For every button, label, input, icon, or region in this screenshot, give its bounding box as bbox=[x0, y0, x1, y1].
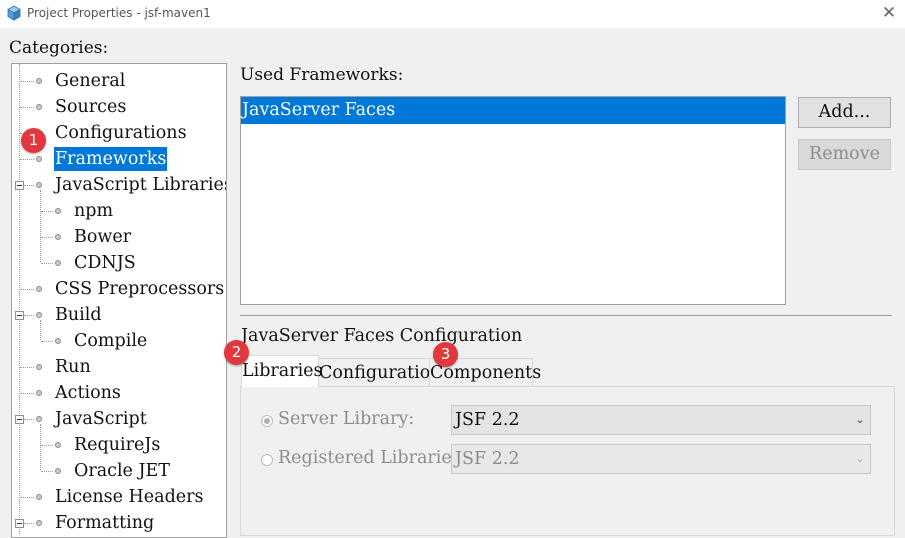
leaf-bullet-icon bbox=[55, 338, 61, 344]
leaf-bullet-icon bbox=[36, 156, 42, 162]
collapse-toggle-icon[interactable] bbox=[15, 181, 24, 190]
tree-item-label: Frameworks bbox=[54, 147, 168, 171]
chevron-down-icon: ⌄ bbox=[855, 452, 865, 465]
leaf-bullet-icon bbox=[36, 286, 42, 292]
leaf-bullet-icon bbox=[36, 520, 42, 526]
tree-connector bbox=[41, 211, 53, 212]
close-icon[interactable]: ✕ bbox=[878, 2, 900, 24]
callout-badge-3: 3 bbox=[433, 342, 458, 367]
tree-item-label: Actions bbox=[55, 383, 121, 403]
tree-connector bbox=[20, 497, 34, 498]
registered-libraries-radio[interactable] bbox=[261, 454, 273, 466]
tree-connector bbox=[41, 445, 53, 446]
leaf-bullet-icon bbox=[36, 312, 42, 318]
tree-item-label: Run bbox=[55, 357, 91, 377]
tree-item-label: General bbox=[55, 71, 126, 91]
tree-connector bbox=[20, 159, 34, 160]
tree-connector bbox=[40, 320, 41, 340]
leaf-bullet-icon bbox=[36, 182, 42, 188]
collapse-toggle-icon[interactable] bbox=[15, 311, 24, 320]
tree-connector bbox=[24, 523, 34, 524]
leaf-bullet-icon bbox=[36, 364, 42, 370]
leaf-bullet-icon bbox=[55, 208, 61, 214]
tree-connector bbox=[19, 64, 20, 534]
tree-item-label: Compile bbox=[74, 331, 148, 351]
chevron-down-icon: ⌄ bbox=[855, 413, 865, 426]
leaf-bullet-icon bbox=[36, 494, 42, 500]
tree-item-label: RequireJs bbox=[74, 435, 161, 455]
window-title: Project Properties - jsf-maven1 bbox=[27, 6, 211, 20]
leaf-bullet-icon bbox=[55, 260, 61, 266]
tree-connector bbox=[40, 190, 41, 262]
tree-item-label: Bower bbox=[74, 227, 132, 247]
tree-item-label: Build bbox=[55, 305, 102, 325]
tree-item-label: License Headers bbox=[55, 487, 204, 507]
tree-item-label: Oracle JET bbox=[74, 461, 170, 481]
section-separator bbox=[240, 315, 892, 316]
add-framework-button[interactable]: Add... bbox=[798, 97, 891, 128]
registered-libraries-value: JSF 2.2 bbox=[455, 449, 520, 469]
tree-connector bbox=[20, 81, 34, 82]
tree-connector bbox=[41, 263, 53, 264]
tree-connector bbox=[24, 315, 34, 316]
tree-connector bbox=[20, 367, 34, 368]
tree-item-label: CDNJS bbox=[74, 253, 136, 273]
leaf-bullet-icon bbox=[36, 390, 42, 396]
tab-libraries[interactable]: Libraries bbox=[241, 355, 323, 387]
jsf-configuration-title: JavaServer Faces Configuration bbox=[241, 326, 523, 346]
tree-connector bbox=[20, 393, 34, 394]
tree-connector bbox=[20, 289, 34, 290]
tree-connector bbox=[41, 341, 53, 342]
collapse-toggle-icon[interactable] bbox=[15, 519, 24, 528]
tree-connector bbox=[24, 185, 34, 186]
libraries-tab-panel: Server Library: JSF 2.2 ⌄ Registered Lib… bbox=[240, 386, 895, 536]
tree-connector bbox=[40, 424, 41, 470]
callout-badge-1: 1 bbox=[21, 128, 46, 153]
tree-connector bbox=[41, 237, 53, 238]
leaf-bullet-icon bbox=[55, 442, 61, 448]
tree-connector bbox=[24, 419, 34, 420]
framework-item-javaserver-faces[interactable]: JavaServer Faces bbox=[241, 97, 785, 124]
leaf-bullet-icon bbox=[55, 234, 61, 240]
title-bar: Project Properties - jsf-maven1 ✕ bbox=[0, 0, 905, 28]
server-library-select[interactable]: JSF 2.2 ⌄ bbox=[451, 405, 871, 435]
leaf-bullet-icon bbox=[36, 104, 42, 110]
server-library-label: Server Library: bbox=[278, 409, 415, 429]
leaf-bullet-icon bbox=[36, 78, 42, 84]
leaf-bullet-icon bbox=[36, 416, 42, 422]
callout-badge-2: 2 bbox=[224, 340, 249, 365]
leaf-bullet-icon bbox=[55, 468, 61, 474]
tree-item-label: JavaScript Libraries bbox=[55, 175, 227, 195]
server-library-value: JSF 2.2 bbox=[455, 410, 520, 430]
tree-item-label: JavaScript bbox=[55, 409, 147, 429]
tree-connector bbox=[20, 107, 34, 108]
registered-libraries-select[interactable]: JSF 2.2 ⌄ bbox=[451, 444, 871, 474]
registered-libraries-label: Registered Libraries: bbox=[278, 448, 467, 468]
tab-configuration[interactable]: Configuration bbox=[318, 358, 442, 386]
tree-connector bbox=[41, 471, 53, 472]
used-frameworks-label: Used Frameworks: bbox=[240, 65, 404, 85]
tree-item-label: Formatting bbox=[55, 513, 155, 533]
tree-item-label: Configurations bbox=[55, 123, 187, 143]
used-frameworks-list[interactable]: JavaServer Faces bbox=[240, 96, 786, 305]
collapse-toggle-icon[interactable] bbox=[15, 415, 24, 424]
categories-label: Categories: bbox=[9, 38, 109, 58]
tree-item-label: Sources bbox=[55, 97, 127, 117]
remove-framework-button[interactable]: Remove bbox=[798, 139, 891, 170]
tree-item-label: npm bbox=[74, 201, 114, 221]
server-library-radio[interactable] bbox=[261, 415, 273, 427]
netbeans-cube-icon bbox=[7, 5, 21, 21]
tree-item-label: CSS Preprocessors bbox=[55, 279, 225, 299]
